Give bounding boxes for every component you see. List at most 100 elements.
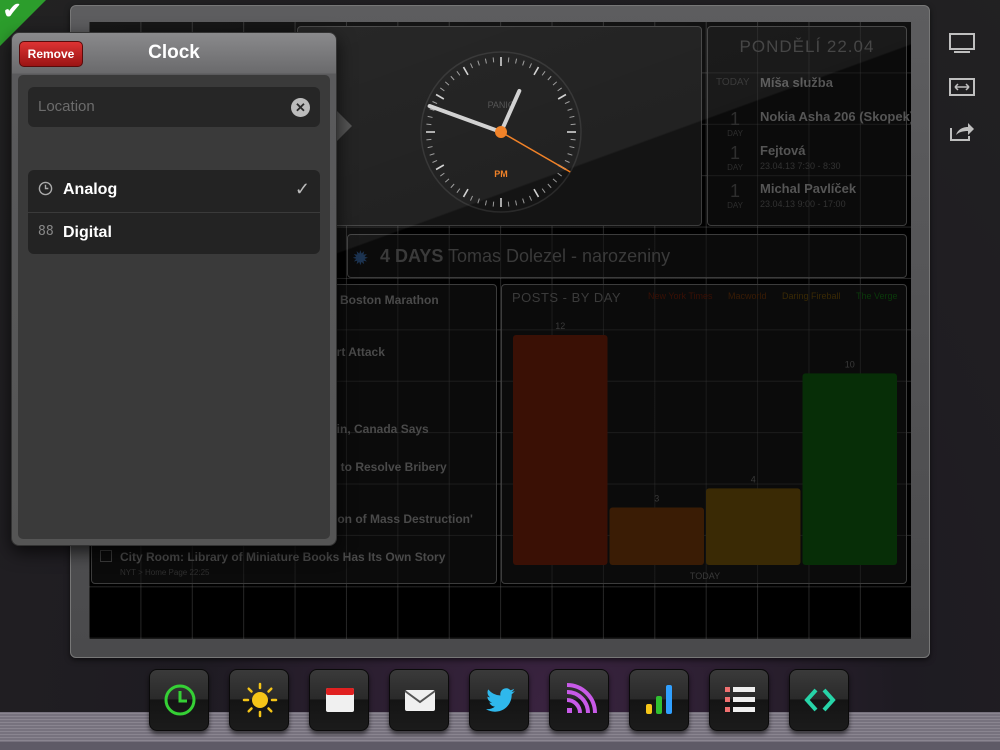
location-input[interactable]: Location ✕ bbox=[28, 87, 320, 127]
posts-bar-chart: 12 3 4 10 TODAY bbox=[513, 321, 897, 581]
clock-tick bbox=[557, 93, 567, 100]
checkmark-icon[interactable]: ✔ bbox=[3, 0, 21, 24]
chart-title: POSTS - BY DAY bbox=[512, 290, 622, 305]
dock-calendar-button[interactable] bbox=[309, 669, 369, 731]
option-analog[interactable]: Analog ✓ bbox=[28, 170, 320, 212]
popover-arrow bbox=[336, 110, 352, 142]
countdown-text: Tomas Dolezel - narozeniny bbox=[448, 246, 671, 266]
clock-meridiem: PM bbox=[494, 169, 508, 179]
clock-tick bbox=[432, 101, 438, 104]
clock-icon bbox=[164, 684, 196, 716]
bar-value-label: 10 bbox=[845, 359, 855, 369]
clock-tick bbox=[533, 66, 540, 76]
clock-tick bbox=[507, 57, 510, 63]
clock-tick bbox=[456, 71, 461, 76]
event-time: 23.04.13 7:30 - 8:30 bbox=[760, 161, 841, 171]
event-unit: DAY bbox=[727, 201, 743, 210]
x-axis-label: TODAY bbox=[690, 571, 720, 581]
mail-icon bbox=[404, 690, 436, 711]
clock-tick bbox=[484, 58, 487, 64]
code-brackets-icon bbox=[804, 688, 836, 712]
dock-weather-button[interactable] bbox=[229, 669, 289, 731]
clock-tick bbox=[456, 188, 461, 193]
calendar-event[interactable]: TODAY Míša služba bbox=[714, 75, 904, 111]
calendar-event[interactable]: 1 DAY Fejtová 23.04.13 7:30 - 8:30 bbox=[714, 143, 904, 179]
news-source: NYT > Home Page 22:25 bbox=[120, 568, 210, 577]
clock-tick bbox=[492, 57, 495, 63]
digital-88-icon: 88 bbox=[38, 224, 54, 239]
clock-tick bbox=[470, 63, 473, 69]
clock-tick bbox=[435, 164, 445, 171]
location-placeholder: Location bbox=[38, 98, 95, 115]
clock-tick bbox=[552, 81, 558, 86]
event-count: 1 bbox=[729, 181, 740, 201]
calendar-event[interactable]: 1 DAY Michal Pavlíček 23.04.13 9:00 - 17… bbox=[714, 181, 904, 217]
legend-the-verge: The Verge bbox=[856, 291, 898, 301]
rss-icon bbox=[566, 683, 597, 714]
clock-widget[interactable]: PANIC PM bbox=[297, 26, 702, 226]
clock-tick bbox=[462, 188, 469, 198]
event-count: 1 bbox=[729, 109, 740, 129]
news-item[interactable]: ain, Canada Says bbox=[330, 422, 429, 436]
event-name: Michal Pavlíček bbox=[760, 181, 857, 196]
event-unit: DAY bbox=[727, 129, 743, 138]
hour-hand bbox=[499, 88, 522, 134]
clock-tick bbox=[450, 183, 455, 189]
clock-tick bbox=[515, 200, 518, 206]
dock-graph-button[interactable] bbox=[629, 669, 689, 731]
clock-settings-popover: Remove Clock Location ✕ Analog ✓ 88 Digi… bbox=[11, 32, 337, 546]
event-badge: TODAY bbox=[716, 77, 750, 88]
legend-new-york-times: New York Times bbox=[648, 291, 713, 301]
clock-center-pin bbox=[495, 126, 507, 138]
clock-tick bbox=[567, 108, 573, 111]
analog-clock-face: PANIC PM bbox=[420, 51, 582, 213]
clock-tick bbox=[427, 146, 433, 149]
clock-tick bbox=[440, 87, 445, 92]
clock-icon bbox=[38, 181, 53, 199]
dock-custom-button[interactable] bbox=[789, 669, 849, 731]
clock-tick bbox=[570, 138, 576, 141]
fit-width-icon[interactable] bbox=[948, 77, 976, 101]
news-item[interactable]: art Attack bbox=[330, 345, 385, 359]
display-icon[interactable] bbox=[948, 32, 976, 56]
posts-chart-widget[interactable]: 12 3 4 10 TODAY POSTS - BY DAY New York Time… bbox=[501, 284, 907, 584]
twitter-bird-icon bbox=[486, 688, 515, 712]
share-icon[interactable] bbox=[948, 120, 976, 144]
clock-tick bbox=[444, 178, 450, 183]
bar-graph-icon bbox=[646, 685, 672, 714]
news-item[interactable]: n to Resolve Bribery bbox=[330, 460, 447, 474]
calendar-widget[interactable]: PONDĚLÍ 22.04 TODAY Míša služba 1 DAY No… bbox=[707, 26, 911, 226]
gear-icon: ✹ bbox=[352, 248, 369, 270]
news-item[interactable]: City Room: Library of Miniature Books Ha… bbox=[120, 550, 445, 564]
legend-daring-fireball: Daring Fireball bbox=[782, 291, 841, 301]
clock-tick bbox=[426, 123, 432, 126]
clock-tick bbox=[435, 93, 445, 100]
calendar-title: PONDĚLÍ 22.04 bbox=[739, 37, 875, 56]
calendar-event[interactable]: 1 DAY Nokia Asha 206 (Skopek) bbox=[714, 109, 911, 145]
bar-daring-fireball bbox=[706, 488, 801, 565]
clock-tick bbox=[515, 58, 518, 64]
clear-icon[interactable]: ✕ bbox=[291, 98, 310, 117]
clock-tick bbox=[492, 201, 495, 207]
dock-twitter-button[interactable] bbox=[469, 669, 529, 731]
popover-content: Location ✕ Analog ✓ 88 Digital bbox=[18, 75, 330, 539]
clock-tick bbox=[427, 115, 433, 118]
option-digital[interactable]: 88 Digital bbox=[28, 212, 320, 255]
clock-tick bbox=[533, 188, 540, 198]
dock-mail-button[interactable] bbox=[389, 669, 449, 731]
dock-list-button[interactable] bbox=[709, 669, 769, 731]
event-name: Míša služba bbox=[760, 75, 833, 90]
bar-value-label: 3 bbox=[654, 494, 659, 504]
news-item[interactable]: pon of Mass Destruction' bbox=[330, 512, 473, 526]
clock-tick bbox=[570, 123, 576, 126]
clock-tick bbox=[569, 146, 575, 149]
clock-tick bbox=[541, 188, 546, 193]
sun-icon bbox=[242, 682, 278, 718]
dock-clock-button[interactable] bbox=[149, 669, 209, 731]
news-item[interactable]: e Boston Marathon bbox=[330, 293, 439, 307]
news-source-icon bbox=[100, 550, 112, 562]
countdown-widget[interactable]: ✹ 4 DAYS Tomas Dolezel - narozeniny bbox=[347, 234, 907, 278]
clock-tick bbox=[557, 172, 562, 177]
event-unit: DAY bbox=[727, 163, 743, 172]
dock-rss-button[interactable] bbox=[549, 669, 609, 731]
